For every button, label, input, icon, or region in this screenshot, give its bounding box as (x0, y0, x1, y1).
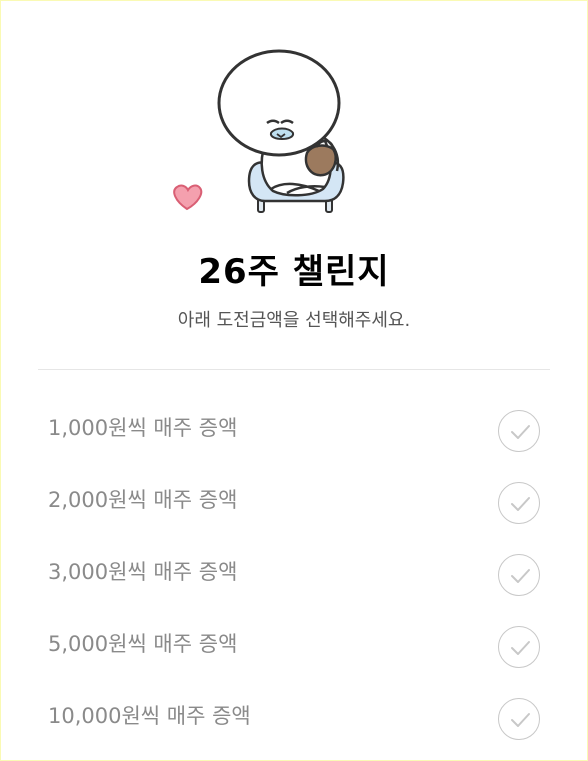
option-label: 10,000원씩 매주 증액 (48, 704, 251, 728)
amount-option-list: 1,000원씩 매주 증액 2,000원씩 매주 증액 3,000원씩 매주 증… (1, 396, 587, 756)
character-illustration (173, 49, 345, 213)
option-label: 2,000원씩 매주 증액 (48, 488, 238, 512)
option-label: 3,000원씩 매주 증액 (48, 560, 238, 584)
amount-option-5000[interactable]: 5,000원씩 매주 증액 (1, 612, 587, 684)
option-label: 1,000원씩 매주 증액 (48, 416, 238, 440)
check-icon[interactable] (498, 410, 540, 452)
check-icon[interactable] (498, 554, 540, 596)
heart-icon (173, 184, 203, 211)
amount-option-2000[interactable]: 2,000원씩 매주 증액 (1, 468, 587, 540)
check-icon[interactable] (498, 482, 540, 524)
option-label: 5,000원씩 매주 증액 (48, 632, 238, 656)
amount-option-3000[interactable]: 3,000원씩 매주 증액 (1, 540, 587, 612)
challenge-card: 26주 챌린지 아래 도전금액을 선택해주세요. 1,000원씩 매주 증액 2… (0, 0, 588, 761)
page-title: 26주 챌린지 (198, 252, 390, 292)
check-icon[interactable] (498, 626, 540, 668)
page-subtitle: 아래 도전금액을 선택해주세요. (177, 310, 411, 331)
amount-option-1000[interactable]: 1,000원씩 매주 증액 (1, 396, 587, 468)
divider (38, 369, 550, 370)
check-icon[interactable] (498, 698, 540, 740)
amount-option-10000[interactable]: 10,000원씩 매주 증액 (1, 684, 587, 756)
